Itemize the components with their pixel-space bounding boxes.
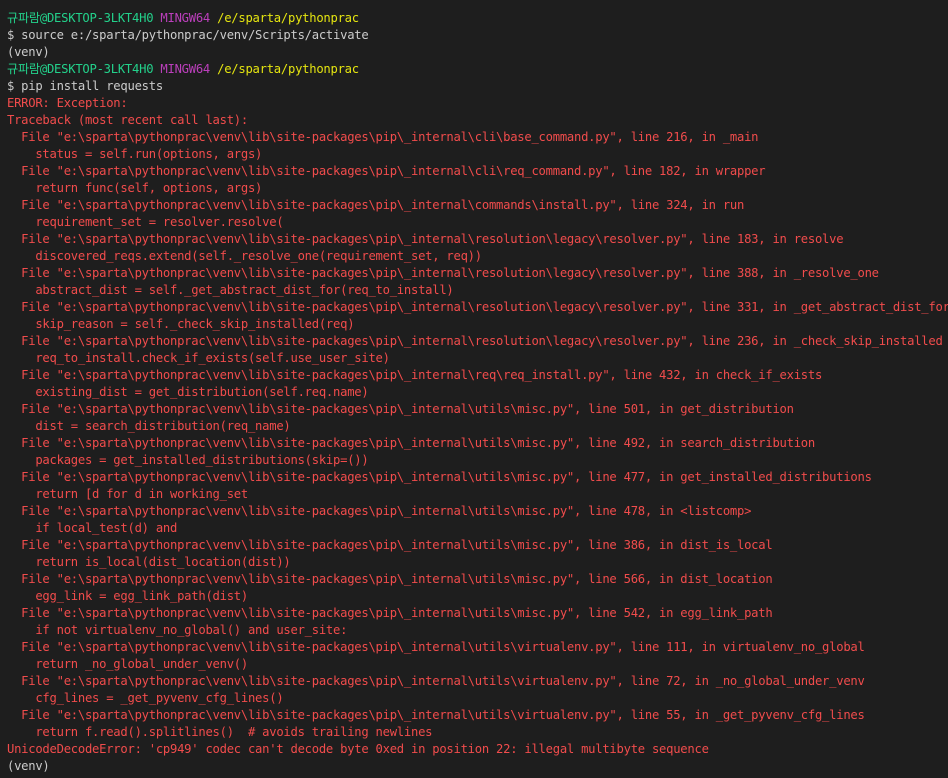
- error-output-line: packages = get_installed_distributions(s…: [7, 453, 369, 467]
- prompt-user-host: 규파람@DESKTOP-3LKT4H0: [7, 62, 154, 76]
- error-output-line: Traceback (most recent call last):: [7, 113, 248, 127]
- error-output-line: File "e:\sparta\pythonprac\venv\lib\site…: [7, 164, 766, 178]
- terminal-window[interactable]: 규파람@DESKTOP-3LKT4H0 MINGW64 /e/sparta/py…: [0, 0, 948, 778]
- output-line: (venv): [7, 759, 50, 773]
- output-line: (venv): [7, 45, 50, 59]
- terminal-output: 규파람@DESKTOP-3LKT4H0 MINGW64 /e/sparta/py…: [7, 10, 948, 775]
- error-output-line: discovered_reqs.extend(self._resolve_one…: [7, 249, 482, 263]
- output-line: $ source e:/sparta/pythonprac/venv/Scrip…: [7, 28, 369, 42]
- prompt-path: /e/sparta/pythonprac: [217, 62, 359, 76]
- error-output-line: File "e:\sparta\pythonprac\venv\lib\site…: [7, 708, 865, 722]
- error-output-line: dist = search_distribution(req_name): [7, 419, 291, 433]
- error-output-line: File "e:\sparta\pythonprac\venv\lib\site…: [7, 300, 948, 314]
- error-output-line: abstract_dist = self._get_abstract_dist_…: [7, 283, 454, 297]
- error-output-line: requirement_set = resolver.resolve(: [7, 215, 284, 229]
- error-output-line: return [d for d in working_set: [7, 487, 248, 501]
- prompt-path: /e/sparta/pythonprac: [217, 11, 359, 25]
- error-output-line: File "e:\sparta\pythonprac\venv\lib\site…: [7, 436, 815, 450]
- prompt-shell: MINGW64: [160, 62, 211, 76]
- error-output-line: if not virtualenv_no_global() and user_s…: [7, 623, 348, 637]
- prompt-line: 규파람@DESKTOP-3LKT4H0 MINGW64 /e/sparta/py…: [7, 61, 948, 78]
- error-output-line: File "e:\sparta\pythonprac\venv\lib\site…: [7, 606, 773, 620]
- error-output-line: req_to_install.check_if_exists(self.use_…: [7, 351, 390, 365]
- error-output-line: skip_reason = self._check_skip_installed…: [7, 317, 355, 331]
- error-output-line: File "e:\sparta\pythonprac\venv\lib\site…: [7, 470, 872, 484]
- error-output-line: File "e:\sparta\pythonprac\venv\lib\site…: [7, 368, 823, 382]
- error-output-line: File "e:\sparta\pythonprac\venv\lib\site…: [7, 198, 745, 212]
- output-line: $ pip install requests: [7, 79, 163, 93]
- error-output-line: existing_dist = get_distribution(self.re…: [7, 385, 369, 399]
- error-output-line: File "e:\sparta\pythonprac\venv\lib\site…: [7, 402, 794, 416]
- error-output-line: if local_test(d) and: [7, 521, 178, 535]
- error-output-line: File "e:\sparta\pythonprac\venv\lib\site…: [7, 640, 865, 654]
- error-output-line: File "e:\sparta\pythonprac\venv\lib\site…: [7, 232, 844, 246]
- error-output-line: File "e:\sparta\pythonprac\venv\lib\site…: [7, 266, 879, 280]
- error-output-line: egg_link = egg_link_path(dist): [7, 589, 248, 603]
- error-output-line: return func(self, options, args): [7, 181, 263, 195]
- error-output-line: File "e:\sparta\pythonprac\venv\lib\site…: [7, 674, 865, 688]
- error-output-line: ERROR: Exception:: [7, 96, 128, 110]
- error-output-line: File "e:\sparta\pythonprac\venv\lib\site…: [7, 504, 752, 518]
- prompt-shell: MINGW64: [160, 11, 211, 25]
- error-output-line: return is_local(dist_location(dist)): [7, 555, 291, 569]
- error-output-line: File "e:\sparta\pythonprac\venv\lib\site…: [7, 538, 773, 552]
- prompt-user-host: 규파람@DESKTOP-3LKT4H0: [7, 11, 154, 25]
- error-output-line: return f.read().splitlines() # avoids tr…: [7, 725, 433, 739]
- error-output-line: File "e:\sparta\pythonprac\venv\lib\site…: [7, 130, 759, 144]
- error-output-line: return _no_global_under_venv(): [7, 657, 248, 671]
- prompt-line: 규파람@DESKTOP-3LKT4H0 MINGW64 /e/sparta/py…: [7, 10, 948, 27]
- error-output-line: File "e:\sparta\pythonprac\venv\lib\site…: [7, 334, 943, 348]
- error-output-line: File "e:\sparta\pythonprac\venv\lib\site…: [7, 572, 773, 586]
- error-output-line: cfg_lines = _get_pyvenv_cfg_lines(): [7, 691, 284, 705]
- error-output-line: status = self.run(options, args): [7, 147, 263, 161]
- error-output-line: UnicodeDecodeError: 'cp949' codec can't …: [7, 742, 709, 756]
